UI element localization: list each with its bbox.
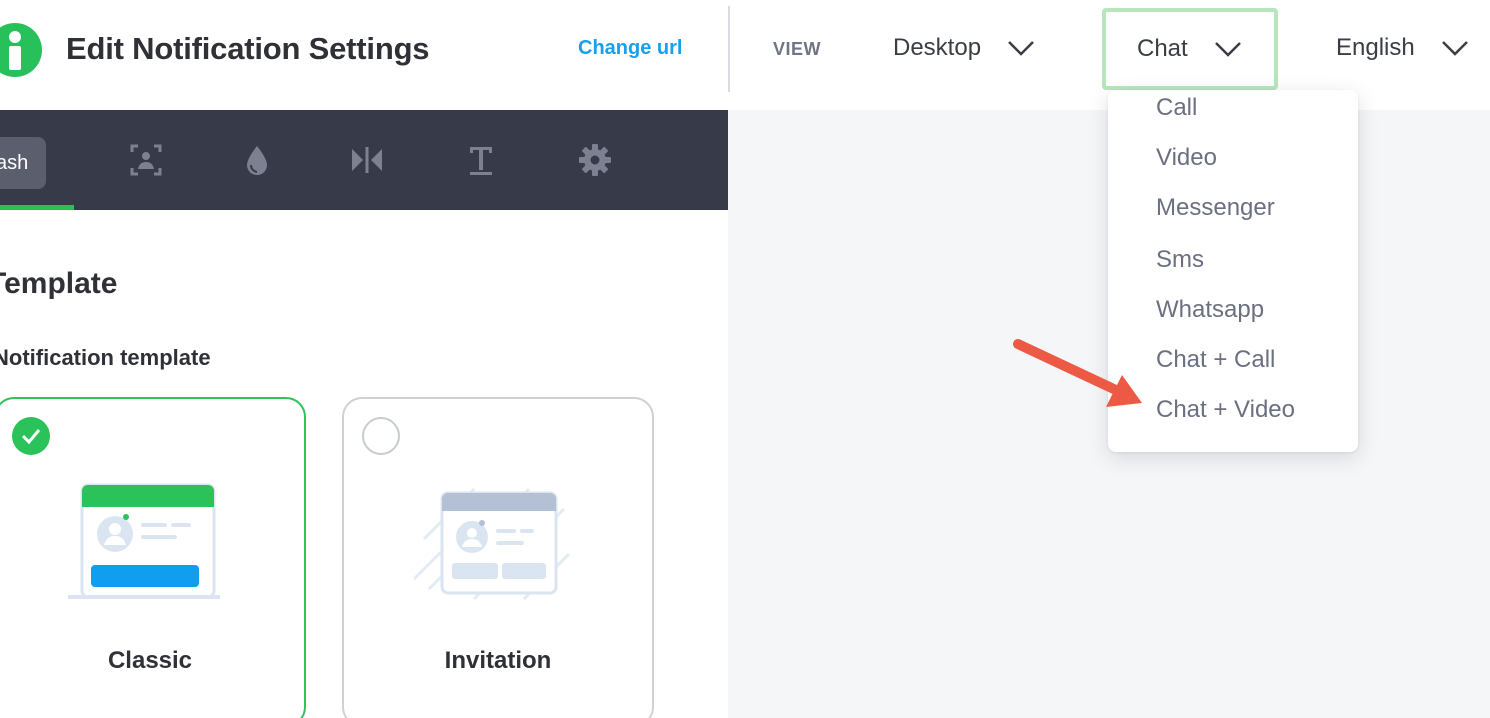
- tab-image[interactable]: [128, 137, 164, 183]
- check-icon: [12, 417, 50, 455]
- tab-text[interactable]: [463, 137, 499, 183]
- menu-item-call[interactable]: Call: [1156, 94, 1197, 122]
- gear-icon: [579, 144, 611, 176]
- card-label: Classic: [107, 647, 193, 674]
- page-title: Edit Notification Settings: [66, 31, 430, 66]
- radio-icon: [362, 417, 400, 455]
- invitation-template-illustration-icon: [414, 487, 571, 601]
- chevron-down-icon: [1441, 41, 1468, 56]
- menu-item-whatsapp[interactable]: Whatsapp: [1156, 296, 1264, 324]
- settings-panel: Template Notification template Classic I…: [0, 210, 728, 718]
- text-icon: [470, 147, 492, 175]
- chevron-down-icon: [1008, 41, 1034, 56]
- classic-template-illustration-icon: [68, 483, 220, 599]
- droplet-icon: [247, 146, 267, 175]
- tab-settings[interactable]: [577, 137, 613, 183]
- flip-icon: [352, 147, 382, 173]
- device-dropdown[interactable]: Desktop: [893, 34, 1035, 62]
- channel-dropdown-value: Chat: [1137, 35, 1188, 62]
- tab-position[interactable]: [349, 137, 385, 183]
- menu-item-video[interactable]: Video: [1156, 144, 1217, 172]
- section-subtitle: Notification template: [0, 345, 211, 370]
- app-logo-icon: [0, 23, 42, 77]
- menu-item-messenger[interactable]: Messenger: [1156, 194, 1275, 222]
- menu-item-sms[interactable]: Sms: [1156, 246, 1204, 274]
- change-url-link[interactable]: Change url: [578, 37, 682, 60]
- channel-dropdown[interactable]: Chat: [1102, 8, 1278, 90]
- template-card-invitation[interactable]: Invitation: [342, 397, 654, 718]
- section-title: Template: [0, 267, 118, 300]
- image-frame-icon: [130, 144, 162, 176]
- header-divider: [728, 6, 730, 92]
- device-dropdown-value: Desktop: [893, 34, 982, 61]
- menu-item-chat-video[interactable]: Chat + Video: [1156, 396, 1295, 424]
- tab-splash[interactable]: ash: [0, 137, 46, 189]
- view-label: VIEW: [773, 39, 822, 59]
- menu-item-chat-call[interactable]: Chat + Call: [1156, 346, 1275, 374]
- annotation-arrow-icon: [1013, 339, 1142, 407]
- language-dropdown-value: English: [1336, 34, 1415, 61]
- template-card-classic[interactable]: Classic: [0, 397, 306, 718]
- tab-splash-label: ash: [0, 151, 29, 174]
- editor-toolbar: ash: [0, 110, 728, 210]
- tab-color[interactable]: [239, 137, 275, 183]
- language-dropdown[interactable]: English: [1336, 34, 1469, 62]
- chevron-down-icon: [1214, 42, 1241, 57]
- card-label: Invitation: [444, 647, 552, 674]
